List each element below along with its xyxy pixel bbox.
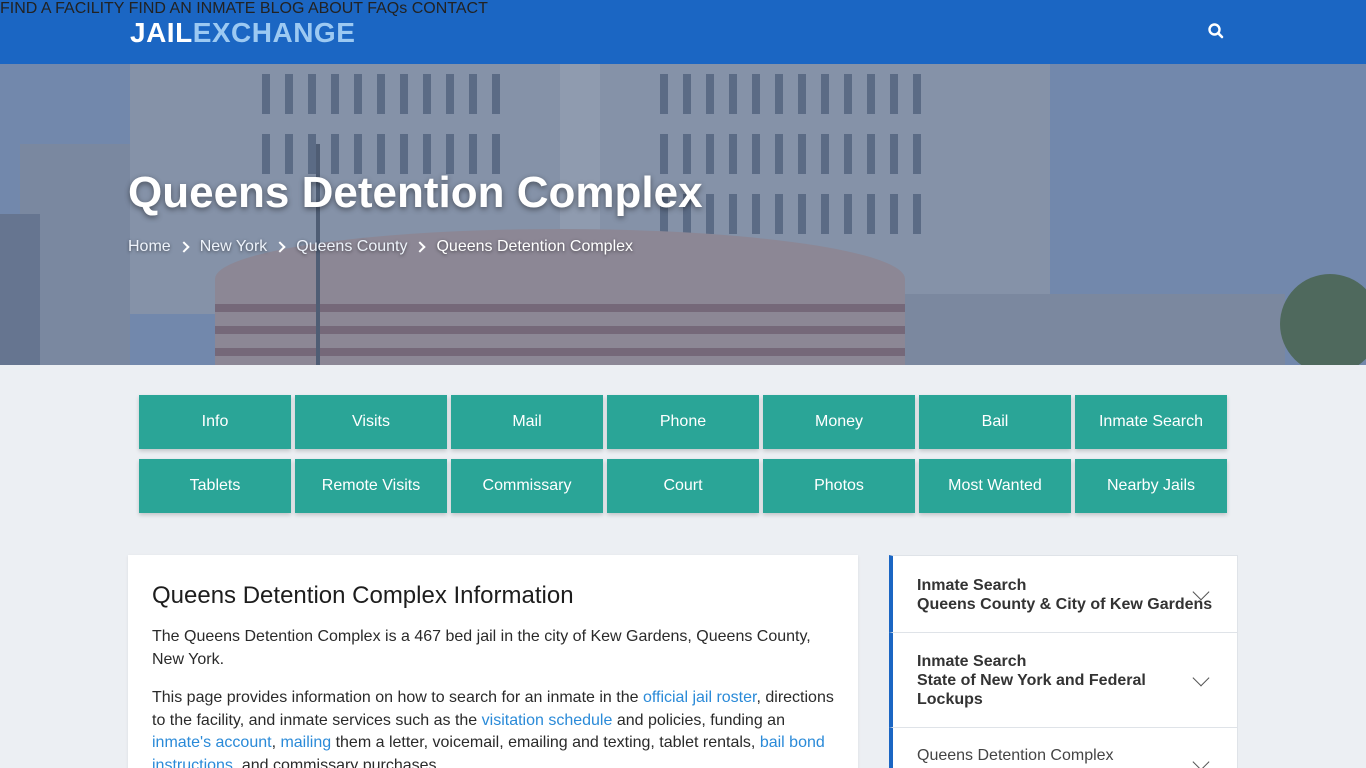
photos-button[interactable]: Photos — [763, 459, 915, 513]
visits-button[interactable]: Visits — [295, 395, 447, 449]
breadcrumb: Home New York Queens County Queens Deten… — [128, 238, 633, 256]
visitation-schedule-link[interactable]: visitation schedule — [482, 712, 613, 729]
court-button[interactable]: Court — [607, 459, 759, 513]
money-button[interactable]: Money — [763, 395, 915, 449]
intro-paragraph: The Queens Detention Complex is a 467 be… — [152, 628, 811, 668]
hero-banner: Queens Detention Complex Home New York Q… — [0, 64, 1366, 365]
nav-contact[interactable]: CONTACT — [412, 0, 488, 17]
commissary-button[interactable]: Commissary — [451, 459, 603, 513]
nav-about[interactable]: ABOUT — [308, 0, 363, 17]
accordion-inmate-search-county[interactable]: Inmate Search Queens County & City of Ke… — [889, 555, 1238, 632]
chevron-down-icon — [1192, 669, 1210, 687]
text-segment: , and commissary purchases. — [232, 756, 441, 768]
top-navigation-bar: JAILEXCHANGE FIND A FACILITY FIND AN INM… — [0, 0, 1366, 64]
accordion-subtitle: State of New York and Federal — [917, 672, 1146, 689]
accordion-title: Queens Detention Complex — [917, 747, 1114, 764]
accordion-title: Inmate Search — [917, 653, 1027, 670]
accordion-subtitle-cont: Lockups — [917, 691, 983, 708]
text-segment: and policies, funding an — [612, 711, 785, 729]
accordion-facility[interactable]: Queens Detention Complex — [889, 727, 1238, 768]
page-title: Queens Detention Complex — [128, 168, 703, 217]
chevron-down-icon — [1192, 753, 1210, 768]
phone-button[interactable]: Phone — [607, 395, 759, 449]
logo-text-exchange: EXCHANGE — [192, 17, 356, 48]
mailing-link[interactable]: mailing — [280, 734, 331, 751]
breadcrumb-home[interactable]: Home — [128, 238, 171, 256]
nav-find-a-facility[interactable]: FIND A FACILITY — [0, 0, 124, 17]
chevron-right-icon — [274, 241, 286, 253]
text-segment: them a letter, voicemail, emailing and t… — [331, 734, 760, 751]
facility-information-card: Queens Detention Complex Information The… — [128, 555, 858, 768]
remote-visits-button[interactable]: Remote Visits — [295, 459, 447, 513]
breadcrumb-current: Queens Detention Complex — [436, 238, 634, 255]
accordion-subtitle: Queens County & City of Kew Gardens — [917, 596, 1213, 613]
mail-button[interactable]: Mail — [451, 395, 603, 449]
breadcrumb-queens-county[interactable]: Queens County — [296, 238, 407, 256]
chevron-right-icon — [414, 241, 427, 253]
search-icon[interactable] — [1207, 22, 1225, 40]
nav-find-an-inmate[interactable]: FIND AN INMATE — [129, 0, 256, 17]
inmate-search-button[interactable]: Inmate Search — [1075, 395, 1227, 449]
section-heading: Queens Detention Complex Information — [152, 582, 574, 609]
chevron-right-icon — [178, 241, 190, 253]
bail-button[interactable]: Bail — [919, 395, 1071, 449]
nearby-jails-button[interactable]: Nearby Jails — [1075, 459, 1227, 513]
most-wanted-button[interactable]: Most Wanted — [919, 459, 1071, 513]
services-paragraph: This page provides information on how to… — [152, 687, 842, 768]
accordion-title: Inmate Search — [917, 577, 1027, 594]
inmates-account-link[interactable]: inmate's account — [152, 734, 272, 751]
official-jail-roster-link[interactable]: official jail roster — [643, 689, 757, 706]
nav-blog[interactable]: BLOG — [260, 0, 304, 17]
info-button[interactable]: Info — [139, 395, 291, 449]
text-segment: This page provides information on how to… — [152, 689, 643, 706]
logo-text-jail: JAIL — [130, 17, 193, 48]
nav-faqs[interactable]: FAQs — [367, 0, 407, 17]
tablets-button[interactable]: Tablets — [139, 459, 291, 513]
accordion-inmate-search-state[interactable]: Inmate Search State of New York and Fede… — [889, 632, 1238, 727]
breadcrumb-new-york[interactable]: New York — [200, 238, 268, 256]
site-logo[interactable]: JAILEXCHANGE — [130, 17, 355, 49]
